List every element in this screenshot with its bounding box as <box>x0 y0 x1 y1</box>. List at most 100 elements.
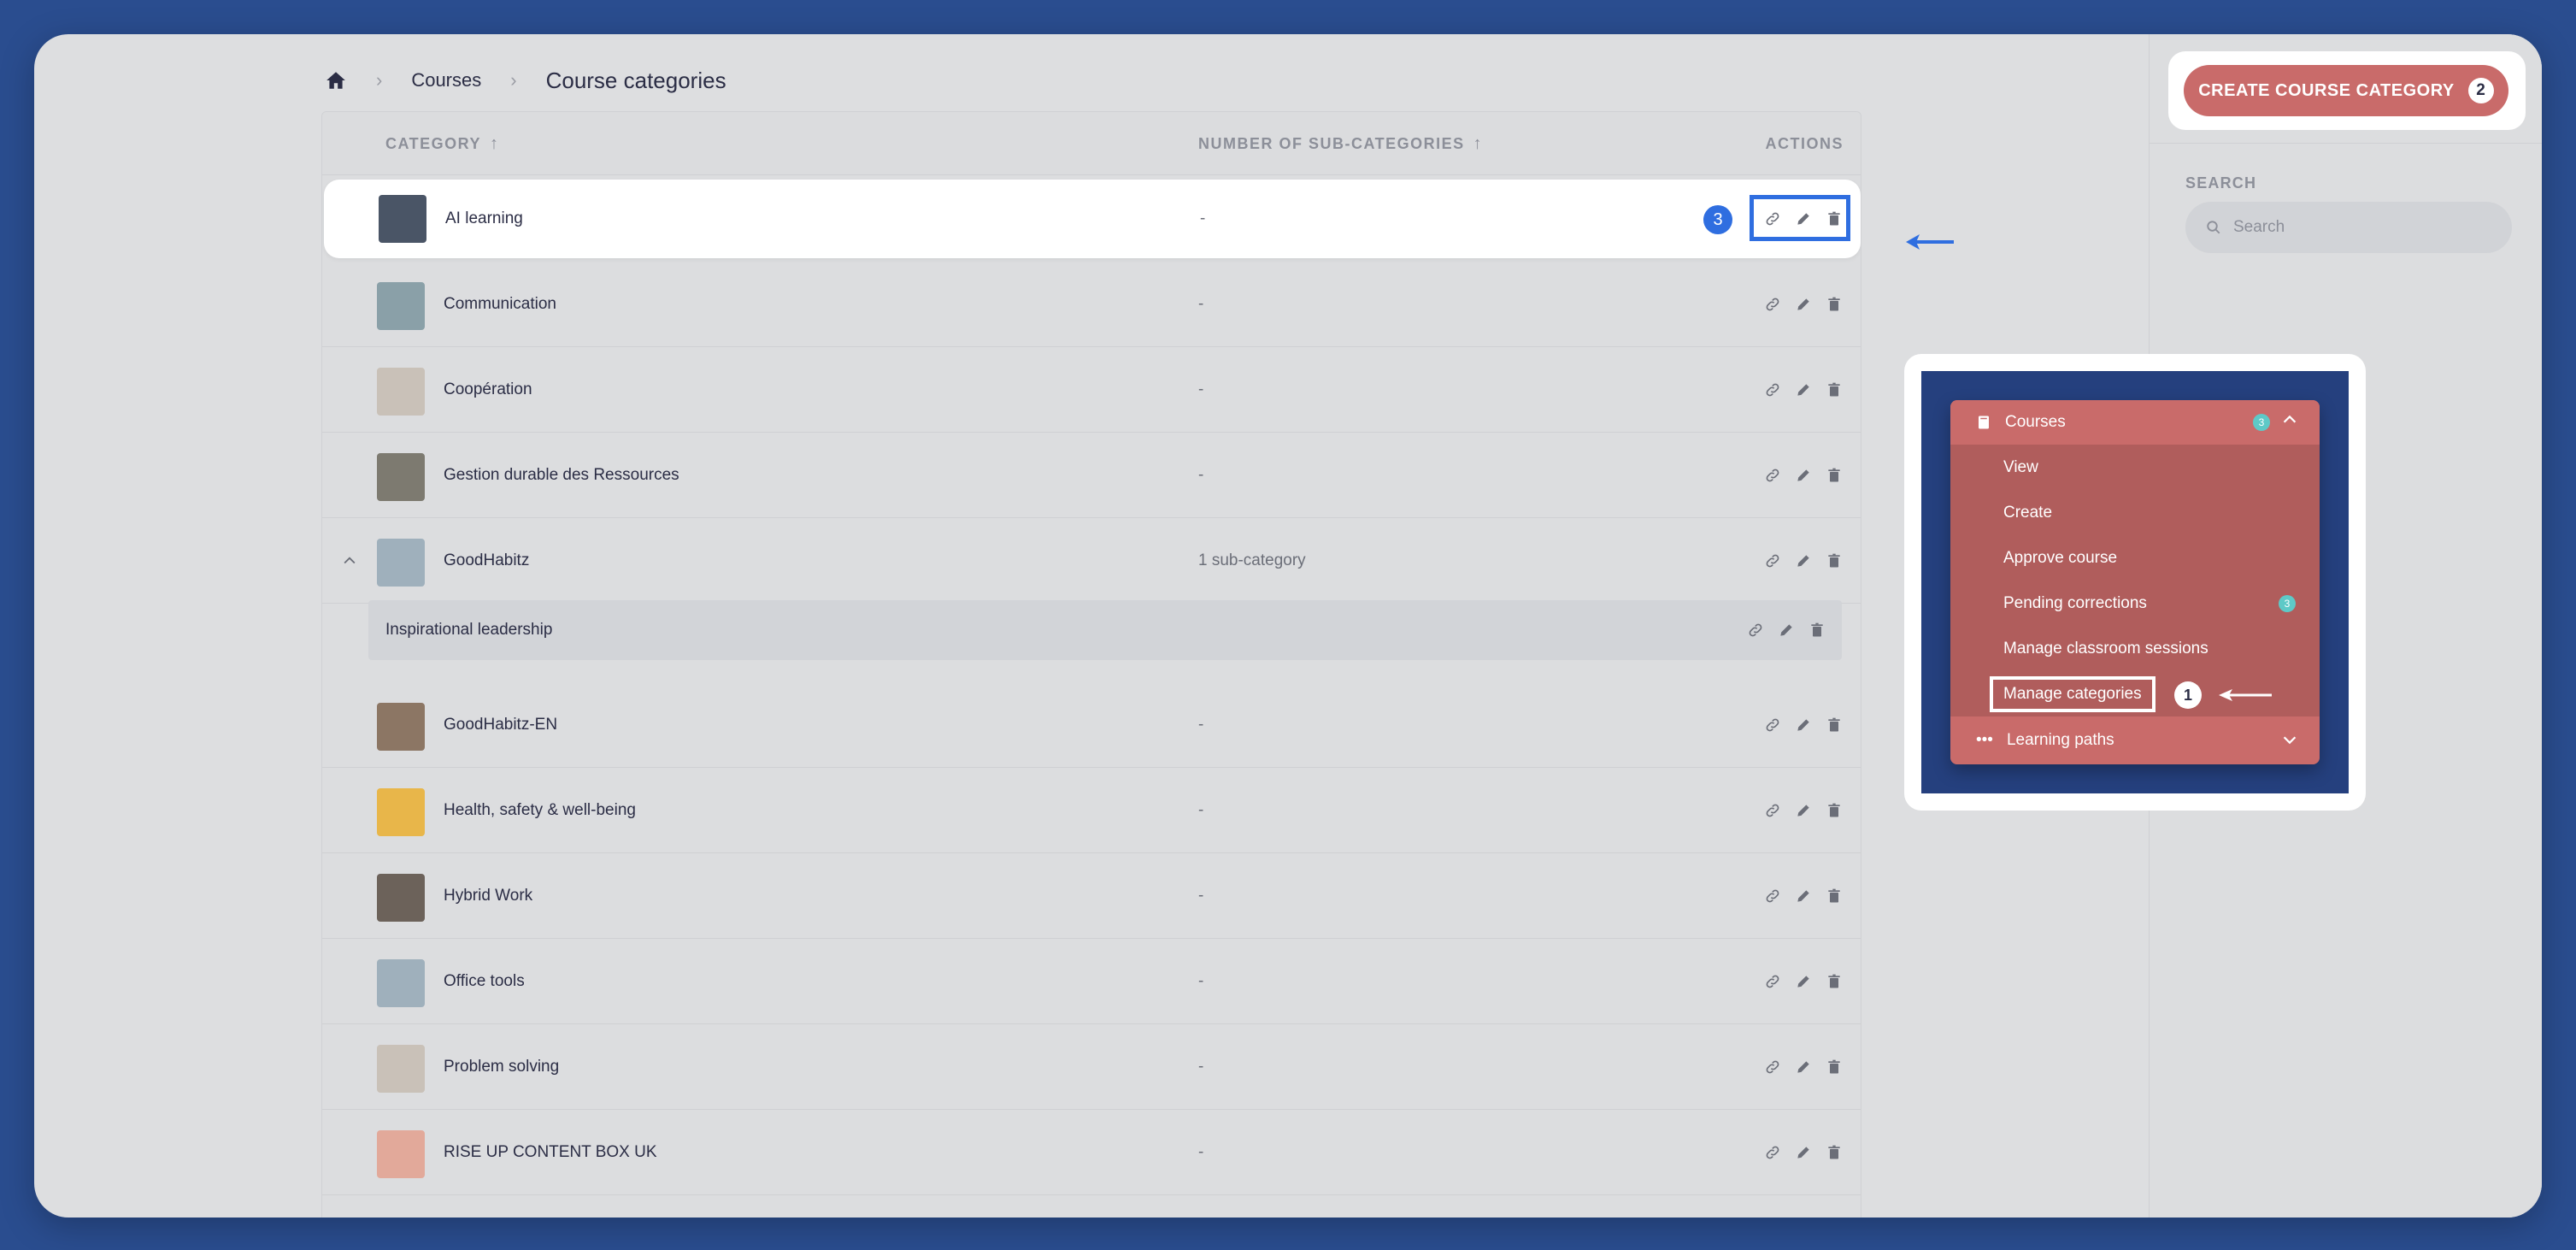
menu-section-courses[interactable]: Courses 3 <box>1950 400 2320 445</box>
link-icon[interactable] <box>1763 887 1782 905</box>
category-name[interactable]: GoodHabitz <box>444 518 529 604</box>
delete-icon[interactable] <box>1825 801 1844 820</box>
menu-item-view[interactable]: View <box>1950 445 2320 490</box>
link-icon[interactable] <box>1763 972 1782 991</box>
category-thumbnail <box>377 703 425 751</box>
link-icon[interactable] <box>1763 466 1782 485</box>
breadcrumb-courses[interactable]: Courses <box>411 69 481 91</box>
edit-icon[interactable] <box>1794 1058 1813 1076</box>
edit-icon[interactable] <box>1794 887 1813 905</box>
category-name[interactable]: Problem solving <box>444 1024 559 1110</box>
category-name[interactable]: AI learning <box>445 180 523 258</box>
menu-item-manage-classroom-sessions[interactable]: Manage classroom sessions <box>1950 626 2320 671</box>
delete-icon[interactable] <box>1825 716 1844 734</box>
subcategory-count: - <box>1200 209 1206 227</box>
edit-icon[interactable] <box>1777 621 1796 640</box>
edit-icon[interactable] <box>1794 972 1813 991</box>
link-icon[interactable] <box>1763 716 1782 734</box>
chevron-up-icon[interactable] <box>2280 410 2299 429</box>
subcategory-count: - <box>1198 887 1204 905</box>
delete-icon[interactable] <box>1808 621 1826 640</box>
subcategory-count: - <box>1198 972 1204 990</box>
category-thumbnail <box>377 1130 425 1178</box>
edit-icon[interactable] <box>1794 466 1813 485</box>
subcategory-count: - <box>1198 380 1204 398</box>
search-input[interactable] <box>2233 218 2490 237</box>
edit-icon[interactable] <box>1794 801 1813 820</box>
category-name[interactable]: Health, safety & well-being <box>444 768 636 853</box>
table-row[interactable]: RISE UP CONTENT BOX UK - <box>322 1110 1861 1195</box>
menu-item-manage-categories[interactable]: Manage categories 1 <box>1950 671 2320 716</box>
more-dots-icon: ••• <box>1976 731 1993 749</box>
edit-icon[interactable] <box>1794 716 1813 734</box>
link-icon[interactable] <box>1763 801 1782 820</box>
create-highlight: CREATE COURSE CATEGORY 2 <box>2168 51 2526 130</box>
breadcrumb: › Courses › Course categories <box>325 58 726 103</box>
link-icon[interactable] <box>1763 380 1782 399</box>
table-row[interactable]: Hybrid Work - <box>322 853 1861 939</box>
book-icon <box>1979 416 1989 429</box>
delete-icon[interactable] <box>1825 1143 1844 1162</box>
link-icon[interactable] <box>1763 1143 1782 1162</box>
edit-icon[interactable] <box>1794 295 1813 314</box>
category-name[interactable]: Communication <box>444 262 556 347</box>
subcategory-count: - <box>1198 1143 1204 1161</box>
category-thumbnail <box>377 874 425 922</box>
breadcrumb-separator: › <box>376 69 383 91</box>
delete-icon[interactable] <box>1825 1058 1844 1076</box>
edit-icon[interactable] <box>1794 1143 1813 1162</box>
delete-icon[interactable] <box>1825 466 1844 485</box>
arrow-left-icon <box>2219 689 2272 701</box>
annotation-badge: 3 <box>1703 205 1732 234</box>
annotation-badge: 1 <box>2174 681 2202 709</box>
table-row[interactable]: GoodHabitz 1 sub-category <box>322 518 1861 604</box>
edit-icon[interactable] <box>1794 551 1813 570</box>
delete-icon[interactable] <box>1825 295 1844 314</box>
home-icon[interactable] <box>325 69 347 91</box>
menu-inset-background: Courses 3 View Create Approve course Pen… <box>1921 371 2349 793</box>
breadcrumb-separator: › <box>510 69 517 91</box>
row-actions <box>1763 518 1844 604</box>
table-row[interactable]: Health, safety & well-being - <box>322 768 1861 853</box>
category-name[interactable]: Hybrid Work <box>444 853 532 939</box>
column-header-category[interactable]: CATEGORY ↑ <box>385 112 500 175</box>
category-name[interactable]: GoodHabitz-EN <box>444 682 557 768</box>
category-name[interactable]: Office tools <box>444 939 525 1024</box>
table-row[interactable]: Problem solving - <box>322 1024 1861 1110</box>
table-row[interactable]: Office tools - <box>322 939 1861 1024</box>
edit-icon[interactable] <box>1794 380 1813 399</box>
table-row[interactable]: Gestion durable des Ressources - <box>322 433 1861 518</box>
page-title: Course categories <box>545 67 726 93</box>
table-row[interactable]: Communication - <box>322 262 1861 347</box>
link-icon[interactable] <box>1763 1058 1782 1076</box>
actions-highlight-box <box>1750 195 1850 241</box>
delete-icon[interactable] <box>1825 972 1844 991</box>
menu-item-approve-course[interactable]: Approve course <box>1950 535 2320 581</box>
category-name[interactable]: RISE UP CONTENT BOX UK <box>444 1110 657 1195</box>
delete-icon[interactable] <box>1825 551 1844 570</box>
table-row[interactable]: Coopération - <box>322 347 1861 433</box>
menu-item-create[interactable]: Create <box>1950 490 2320 535</box>
column-header-actions: ACTIONS <box>1765 134 1844 152</box>
row-actions <box>1763 682 1844 768</box>
row-actions <box>1763 1110 1844 1195</box>
delete-icon[interactable] <box>1825 380 1844 399</box>
chevron-up-icon[interactable] <box>341 518 358 604</box>
link-icon[interactable] <box>1746 621 1765 640</box>
category-name[interactable]: Gestion durable des Ressources <box>444 433 679 518</box>
table-row[interactable]: GoodHabitz-EN - <box>322 682 1861 768</box>
chevron-down-icon[interactable] <box>2280 730 2299 749</box>
subcategory-count: - <box>1198 466 1204 484</box>
category-name[interactable]: Coopération <box>444 347 532 433</box>
row-actions <box>1763 433 1844 518</box>
menu-item-pending-corrections[interactable]: Pending corrections 3 <box>1950 581 2320 626</box>
menu-section-learning-paths[interactable]: ••• Learning paths <box>1950 716 2320 764</box>
link-icon[interactable] <box>1763 295 1782 314</box>
delete-icon[interactable] <box>1825 887 1844 905</box>
link-icon[interactable] <box>1763 551 1782 570</box>
table-row[interactable]: AI learning - 3 <box>324 180 1861 258</box>
subcategory-row[interactable]: Inspirational leadership <box>368 600 1842 660</box>
subcategory-name[interactable]: Inspirational leadership <box>385 600 552 660</box>
create-course-category-button[interactable]: CREATE COURSE CATEGORY 2 <box>2184 65 2508 116</box>
column-header-subcategories[interactable]: NUMBER OF SUB-CATEGORIES ↑ <box>1198 112 1483 175</box>
